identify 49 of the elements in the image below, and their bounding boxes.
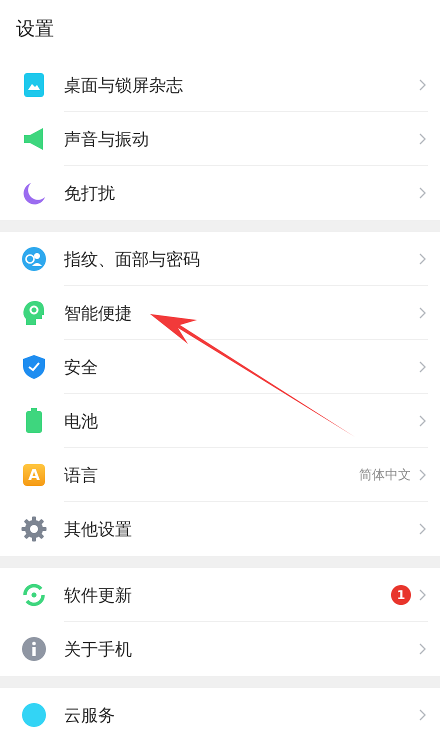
settings-icon xyxy=(21,516,47,542)
chevron-icon xyxy=(419,589,426,601)
item-label: 智能便捷 xyxy=(64,302,133,324)
settings-item[interactable]: 安全 xyxy=(0,340,440,394)
sync-icon xyxy=(21,582,47,608)
settings-item[interactable]: 云服务 xyxy=(0,688,440,740)
settings-item[interactable]: 电池 xyxy=(0,394,440,448)
shield-icon xyxy=(22,354,46,380)
chevron-icon xyxy=(419,307,426,319)
chevron-icon xyxy=(419,79,426,91)
item-label: 其他设置 xyxy=(64,518,133,540)
current-value: 简体中文 xyxy=(359,467,411,484)
item-label: 桌面与锁屏杂志 xyxy=(64,74,184,96)
settings-item[interactable]: 桌面与锁屏杂志 xyxy=(0,58,440,112)
settings-item[interactable]: A 语言 简体中文 xyxy=(0,448,440,502)
chevron-icon xyxy=(419,523,426,535)
item-label: 电池 xyxy=(64,410,99,432)
settings-item[interactable]: 智能便捷 xyxy=(0,286,440,340)
settings-item[interactable]: 指纹、面部与密码 xyxy=(0,232,440,286)
picture-icon xyxy=(23,72,45,98)
page-title: 设置 xyxy=(16,17,54,42)
item-label: 语言 xyxy=(64,464,99,486)
item-label: 免打扰 xyxy=(64,182,116,204)
info-icon xyxy=(21,636,47,662)
settings-item[interactable]: 其他设置 xyxy=(0,502,440,556)
item-label: 关于手机 xyxy=(64,638,133,660)
moon-icon xyxy=(22,181,46,205)
chevron-icon xyxy=(419,253,426,265)
chevron-icon xyxy=(419,469,426,481)
language-icon: A xyxy=(23,464,45,486)
settings-item[interactable]: 免打扰 xyxy=(0,166,440,220)
chevron-icon xyxy=(419,415,426,427)
settings-item[interactable]: 关于手机 xyxy=(0,622,440,676)
chevron-icon xyxy=(419,133,426,145)
item-label: 云服务 xyxy=(64,704,116,726)
item-label: 指纹、面部与密码 xyxy=(64,248,201,270)
chevron-icon xyxy=(419,643,426,655)
notification-badge: 1 xyxy=(391,585,411,605)
speaker-icon xyxy=(23,127,45,151)
chevron-icon xyxy=(419,361,426,373)
settings-item[interactable]: 声音与振动 xyxy=(0,112,440,166)
battery-icon xyxy=(25,408,43,434)
item-label: 软件更新 xyxy=(64,584,133,606)
item-label: 安全 xyxy=(64,356,99,378)
chevron-icon xyxy=(419,709,426,721)
chevron-icon xyxy=(419,187,426,199)
item-label: 声音与振动 xyxy=(64,128,150,150)
head-icon xyxy=(22,300,46,326)
settings-item[interactable]: 软件更新 1 xyxy=(0,568,440,622)
